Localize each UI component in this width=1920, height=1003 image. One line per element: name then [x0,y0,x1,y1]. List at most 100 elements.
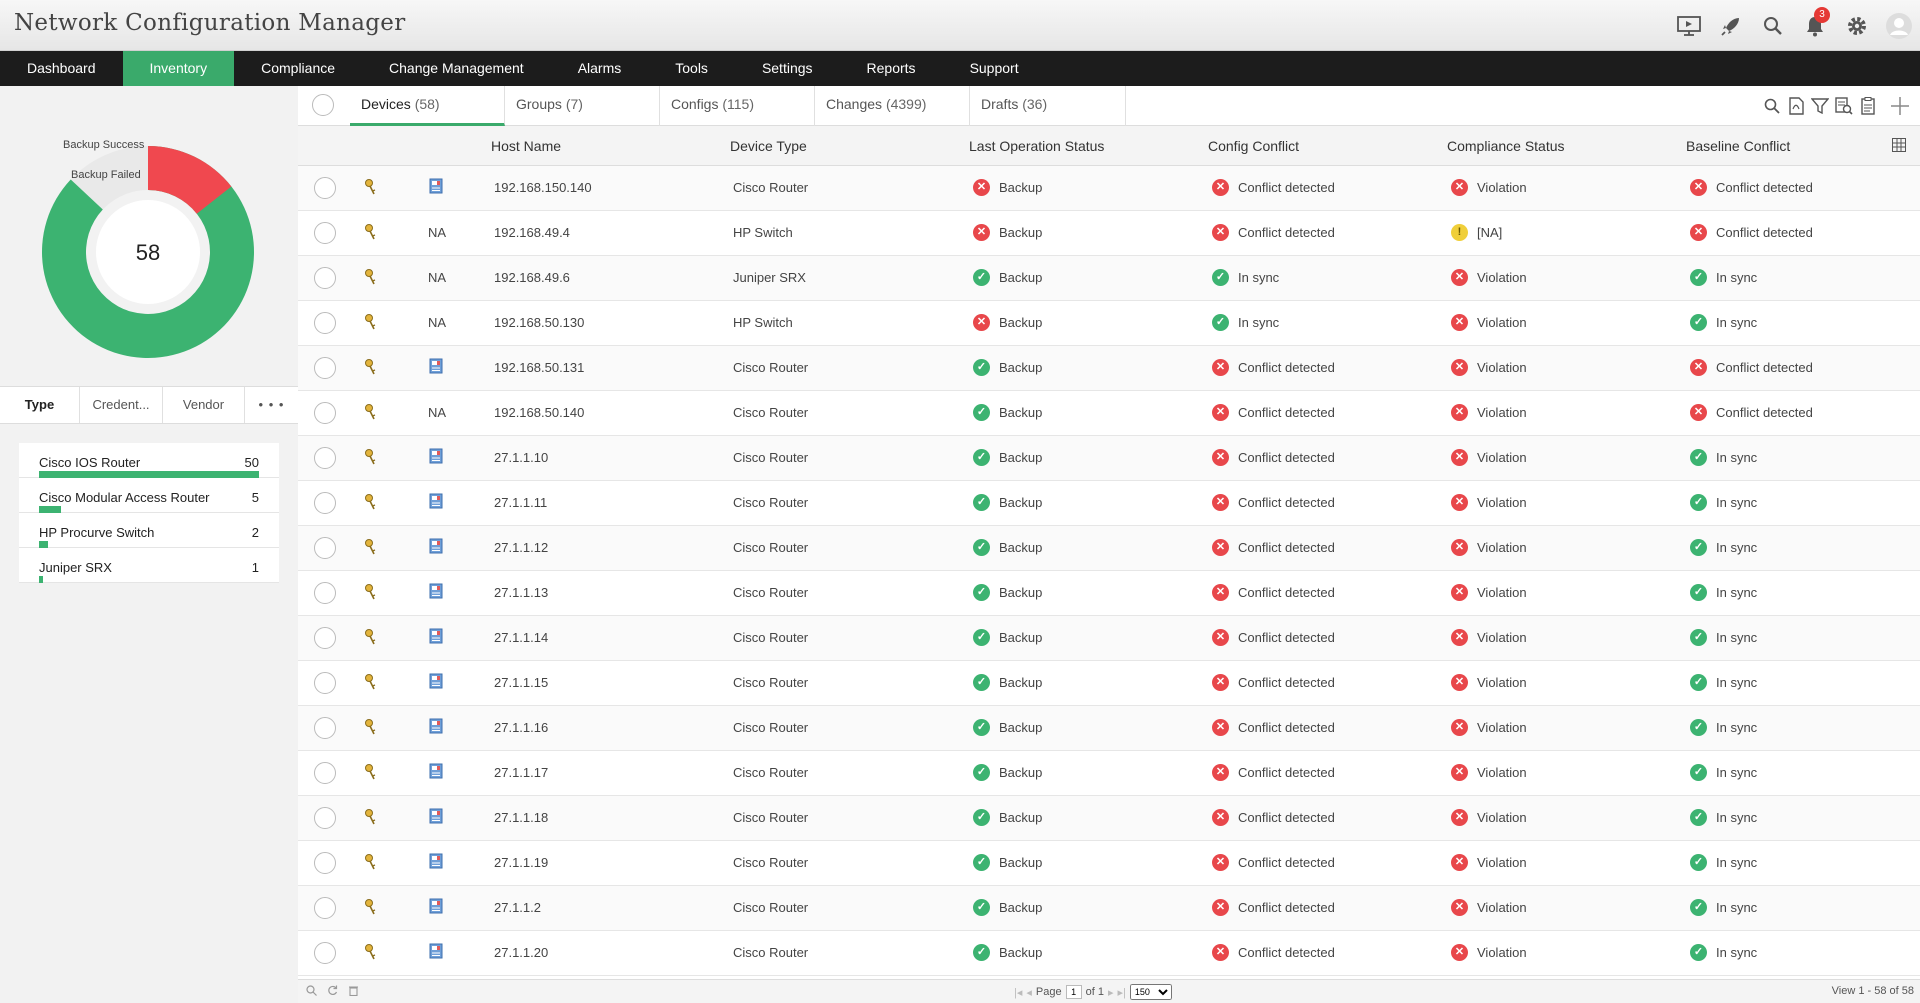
status-cc[interactable]: ✓ In sync [1212,269,1279,286]
table-row[interactable]: NA 192.168.50.140 Cisco Router ✓ Backup ✕… [298,391,1920,436]
page-size-select[interactable]: 150 [1129,984,1172,1000]
search-icon[interactable] [1752,0,1794,51]
status-cc[interactable]: ✕ Conflict detected [1212,449,1335,466]
row-select-checkbox[interactable] [314,312,336,339]
status-cc[interactable]: ✕ Conflict detected [1212,629,1335,646]
status-op[interactable]: ✓ Backup [973,674,1042,691]
key-icon[interactable] [363,313,379,334]
status-base[interactable]: ✓ In sync [1690,449,1757,466]
row-select-checkbox[interactable] [314,672,336,699]
col-device-type[interactable]: Device Type [730,138,807,154]
host-name[interactable]: 27.1.1.20 [494,945,548,960]
host-name[interactable]: 192.168.50.130 [494,315,584,330]
table-row[interactable]: 27.1.1.14 Cisco Router ✓ Backup ✕ Confli… [298,616,1920,661]
device-config-icon[interactable] [429,853,443,872]
status-cc[interactable]: ✕ Conflict detected [1212,899,1335,916]
device-config-icon[interactable] [429,628,443,647]
status-base[interactable]: ✓ In sync [1690,539,1757,556]
key-icon[interactable] [363,358,379,379]
device-search-icon[interactable] [1832,86,1856,126]
nav-support[interactable]: Support [943,51,1046,86]
status-base[interactable]: ✕ Conflict detected [1690,224,1813,241]
col-compliance-status[interactable]: Compliance Status [1447,138,1565,154]
filter-tab-vendor[interactable]: Vendor [163,387,245,423]
status-base[interactable]: ✓ In sync [1690,899,1757,916]
tab-configs[interactable]: Configs (115) [660,86,815,126]
table-row[interactable]: NA 192.168.49.6 Juniper SRX ✓ Backup ✓ In… [298,256,1920,301]
status-base[interactable]: ✕ Conflict detected [1690,179,1813,196]
key-icon[interactable] [363,898,379,919]
col-last-operation-status[interactable]: Last Operation Status [969,138,1104,154]
status-comp[interactable]: ✕ Violation [1451,719,1527,736]
status-op[interactable]: ✓ Backup [973,854,1042,871]
nav-change-management[interactable]: Change Management [362,51,551,86]
row-select-checkbox[interactable] [314,357,336,384]
status-op[interactable]: ✕ Backup [973,314,1042,331]
filter-tab-credential[interactable]: Credent... [80,387,163,423]
tab-devices[interactable]: Devices (58) [350,86,505,126]
host-name[interactable]: 27.1.1.18 [494,810,548,825]
host-name[interactable]: 27.1.1.14 [494,630,548,645]
host-name[interactable]: 27.1.1.19 [494,855,548,870]
status-op[interactable]: ✓ Backup [973,764,1042,781]
device-config-icon[interactable] [429,718,443,737]
status-comp[interactable]: ✕ Violation [1451,674,1527,691]
table-row[interactable]: 27.1.1.17 Cisco Router ✓ Backup ✕ Confli… [298,751,1920,796]
status-op[interactable]: ✓ Backup [973,494,1042,511]
col-config-conflict[interactable]: Config Conflict [1208,138,1299,154]
key-icon[interactable] [363,403,379,424]
device-config-icon[interactable] [429,763,443,782]
key-icon[interactable] [363,628,379,649]
nav-alarms[interactable]: Alarms [551,51,649,86]
key-icon[interactable] [363,223,379,244]
tab-drafts[interactable]: Drafts (36) [970,86,1126,126]
status-comp[interactable]: ✕ Violation [1451,944,1527,961]
key-icon[interactable] [363,448,379,469]
host-name[interactable]: 192.168.50.131 [494,360,584,375]
status-base[interactable]: ✓ In sync [1690,764,1757,781]
host-name[interactable]: 27.1.1.13 [494,585,548,600]
refresh-icon[interactable] [327,985,338,999]
status-base[interactable]: ✓ In sync [1690,269,1757,286]
status-cc[interactable]: ✕ Conflict detected [1212,854,1335,871]
host-name[interactable]: 27.1.1.15 [494,675,548,690]
host-name[interactable]: 192.168.49.6 [494,270,570,285]
status-comp[interactable]: ✕ Violation [1451,179,1527,196]
status-comp[interactable]: ✕ Violation [1451,404,1527,421]
add-icon[interactable] [1880,86,1920,126]
status-cc[interactable]: ✕ Conflict detected [1212,359,1335,376]
table-row[interactable]: NA 192.168.49.4 HP Switch ✕ Backup ✕ Conf… [298,211,1920,256]
status-comp[interactable]: ✕ Violation [1451,629,1527,646]
host-name[interactable]: 27.1.1.12 [494,540,548,555]
donut-chart[interactable]: 58 [0,86,298,386]
table-row[interactable]: 27.1.1.19 Cisco Router ✓ Backup ✕ Confli… [298,841,1920,886]
table-row[interactable]: 27.1.1.18 Cisco Router ✓ Backup ✕ Confli… [298,796,1920,841]
next-page-icon[interactable]: ▸ [1108,986,1114,999]
filter-icon[interactable] [1808,86,1832,126]
rocket-icon[interactable] [1710,0,1752,51]
type-list-item[interactable]: HP Procurve Switch 2 [19,513,279,548]
status-comp[interactable]: ✕ Violation [1451,539,1527,556]
row-select-checkbox[interactable] [314,537,336,564]
status-cc[interactable]: ✕ Conflict detected [1212,764,1335,781]
status-base[interactable]: ✓ In sync [1690,629,1757,646]
col-host-name[interactable]: Host Name [491,138,561,154]
key-icon[interactable] [363,718,379,739]
table-row[interactable]: 27.1.1.12 Cisco Router ✓ Backup ✕ Confli… [298,526,1920,571]
row-select-checkbox[interactable] [314,627,336,654]
nav-settings[interactable]: Settings [735,51,840,86]
host-name[interactable]: 27.1.1.16 [494,720,548,735]
status-op[interactable]: ✓ Backup [973,269,1042,286]
nav-tools[interactable]: Tools [648,51,735,86]
delete-icon[interactable] [348,985,359,999]
device-config-icon[interactable] [429,358,443,377]
search-icon[interactable] [1760,86,1784,126]
status-op[interactable]: ✕ Backup [973,179,1042,196]
status-cc[interactable]: ✕ Conflict detected [1212,179,1335,196]
device-config-icon[interactable] [429,583,443,602]
status-comp[interactable]: ✕ Violation [1451,359,1527,376]
status-op[interactable]: ✓ Backup [973,944,1042,961]
status-cc[interactable]: ✕ Conflict detected [1212,674,1335,691]
status-cc[interactable]: ✕ Conflict detected [1212,224,1335,241]
nav-compliance[interactable]: Compliance [234,51,362,86]
